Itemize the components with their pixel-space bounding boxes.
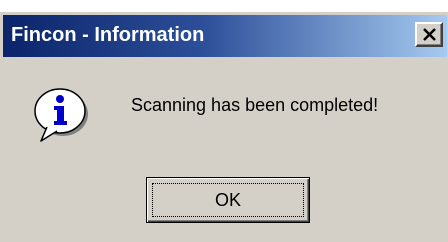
message-text: Scanning has been completed! (131, 95, 379, 115)
ok-button-label: OK (214, 189, 241, 210)
ok-button[interactable]: OK (146, 177, 310, 223)
close-icon (423, 28, 436, 41)
title-bar[interactable]: Fincon - Information (3, 15, 447, 57)
information-dialog: Fincon - Information Scanning has been c… (0, 12, 448, 242)
dialog-title: Fincon - Information (11, 24, 205, 46)
information-icon (34, 88, 88, 142)
close-button[interactable] (415, 22, 443, 47)
